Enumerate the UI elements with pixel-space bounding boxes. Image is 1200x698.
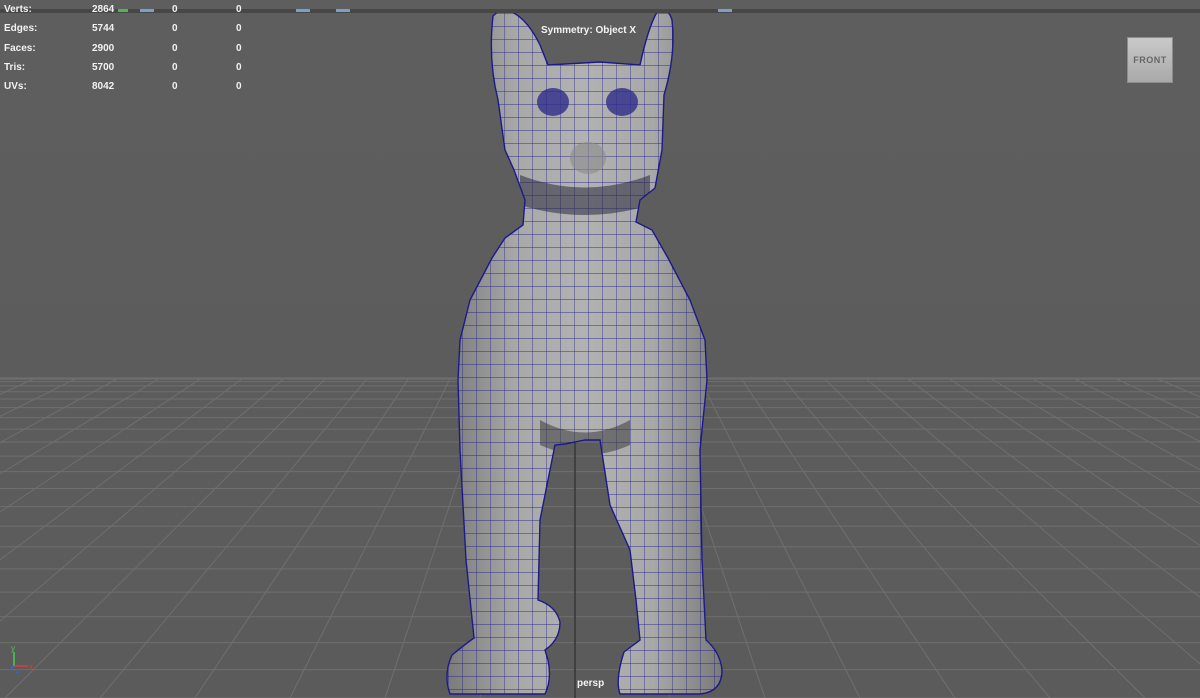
view-cube[interactable]: FRONT — [1127, 37, 1173, 83]
axis-label-y: y — [11, 644, 15, 653]
viewport-persp[interactable]: Verts: 2864 0 0 Edges: 5744 0 0 Faces: 2… — [0, 0, 1200, 698]
hud-value: 0 — [236, 4, 242, 15]
hud-row-verts: Verts: 2864 0 0 — [4, 4, 254, 23]
symmetry-label: Symmetry: Object X — [541, 25, 637, 36]
hud-value: 8042 — [92, 81, 115, 93]
hud-row-tris: Tris: 5700 0 0 — [4, 62, 254, 81]
hud-label: Verts: — [4, 4, 32, 15]
hud-value: 0 — [172, 81, 178, 93]
hud-value: 0 — [236, 81, 242, 93]
hud-value: 5700 — [92, 61, 115, 73]
hud-value: 0 — [236, 23, 242, 35]
hud-value: 2900 — [92, 42, 115, 54]
hud-value: 0 — [236, 61, 242, 73]
hud-value: 5744 — [92, 23, 115, 35]
hud-row-faces: Faces: 2900 0 0 — [4, 43, 254, 62]
hud-value: 0 — [172, 61, 178, 73]
hud-label: UVs: — [4, 81, 27, 93]
hud-row-edges: Edges: 5744 0 0 — [4, 23, 254, 42]
axis-gizmo-icon: y x z — [6, 644, 40, 675]
hud-row-uvs: UVs: 8042 0 0 — [4, 81, 254, 100]
axis-label-z: z — [16, 668, 20, 674]
hud-label: Edges: — [4, 23, 38, 35]
axis-label-x: x — [29, 662, 33, 671]
hud-label: Tris: — [4, 61, 26, 73]
camera-name-label: persp — [577, 678, 605, 689]
hud-label: Faces: — [4, 42, 36, 54]
hud-value: 0 — [172, 4, 178, 15]
hud-value: 0 — [172, 42, 178, 54]
hud-value: 0 — [172, 23, 178, 35]
hud-value: 2864 — [92, 4, 115, 15]
viewport-scene[interactable] — [0, 0, 1200, 698]
dog-mesh-model — [446, 9, 723, 695]
hud-value: 0 — [236, 42, 242, 54]
poly-count-hud: Verts: 2864 0 0 Edges: 5744 0 0 Faces: 2… — [4, 4, 254, 100]
